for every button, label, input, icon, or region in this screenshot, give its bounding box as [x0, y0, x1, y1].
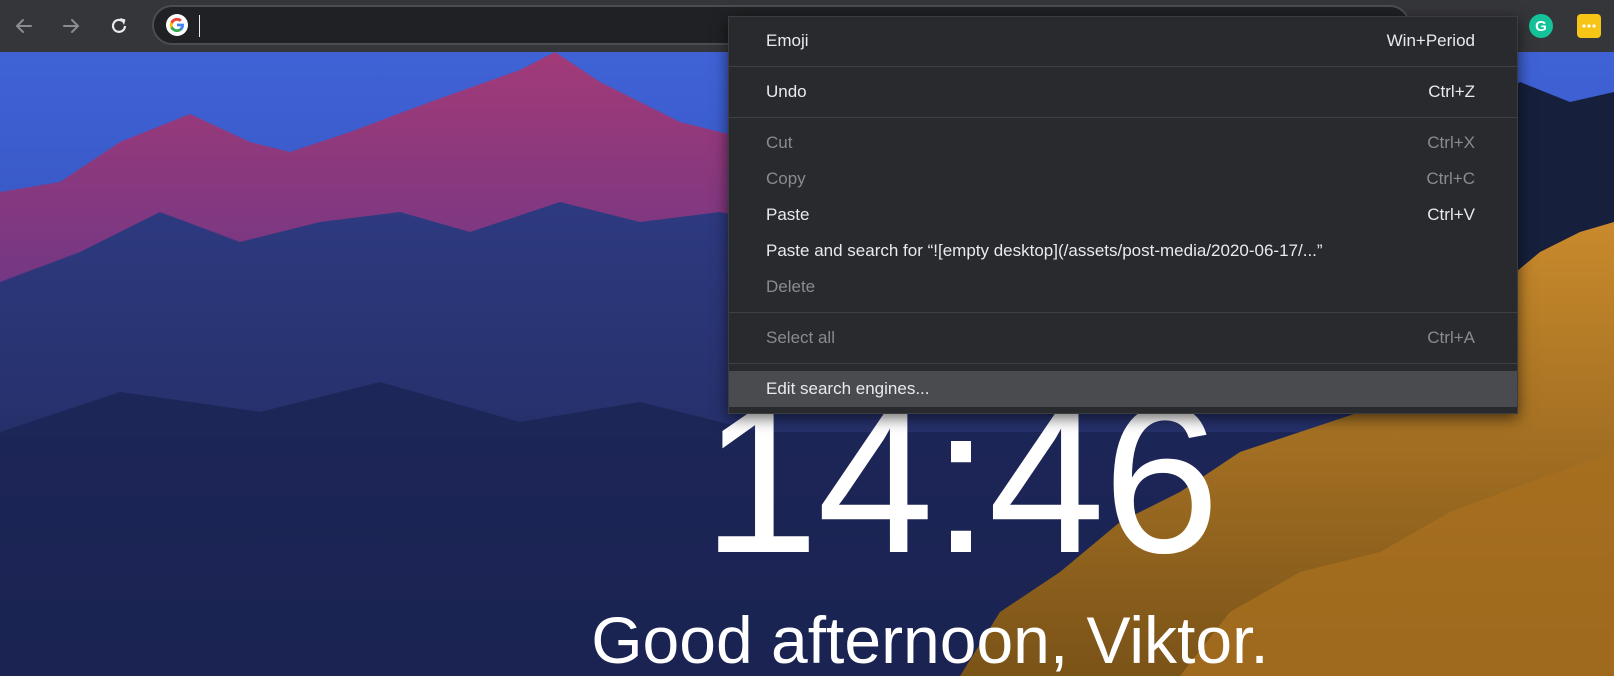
back-button[interactable]: [9, 11, 39, 41]
browser-window: G 14:46 Good afternoon, Viktor. Emoji Wi…: [0, 0, 1614, 676]
menu-item-label: Paste and search for “![empty desktop](/…: [766, 241, 1323, 260]
grammarly-icon[interactable]: G: [1529, 14, 1553, 38]
text-caret: [199, 15, 200, 37]
menu-item-edit-search-engines[interactable]: Edit search engines...: [729, 371, 1517, 407]
menu-item-label: Cut: [766, 133, 793, 152]
menu-item-label: Delete: [766, 277, 816, 296]
grammarly-letter: G: [1535, 17, 1547, 35]
menu-item-delete[interactable]: Delete: [729, 269, 1517, 305]
menu-item-shortcut: Ctrl+A: [1427, 328, 1475, 347]
address-input[interactable]: [204, 11, 808, 41]
more-dots-icon[interactable]: [1577, 14, 1601, 38]
menu-item-label: Undo: [766, 82, 807, 101]
menu-item-label: Edit search engines...: [766, 379, 930, 398]
back-arrow-icon: [15, 19, 32, 33]
menu-item-undo[interactable]: Undo Ctrl+Z: [729, 74, 1517, 110]
menu-item-select-all[interactable]: Select all Ctrl+A: [729, 320, 1517, 356]
menu-item-shortcut: Ctrl+X: [1427, 133, 1475, 152]
menu-item-label: Paste: [766, 205, 810, 224]
menu-item-label: Emoji: [766, 31, 809, 50]
menu-separator: [729, 312, 1517, 313]
google-logo-icon: [166, 14, 188, 36]
menu-item-copy[interactable]: Copy Ctrl+C: [729, 161, 1517, 197]
dots-glyph: [1582, 24, 1596, 28]
menu-item-paste-and-search[interactable]: Paste and search for “![empty desktop](/…: [729, 233, 1517, 269]
menu-item-shortcut: Ctrl+Z: [1428, 82, 1475, 101]
reload-icon: [111, 18, 127, 33]
menu-item-shortcut: Ctrl+V: [1427, 205, 1475, 224]
context-menu: Emoji Win+Period Undo Ctrl+Z Cut Ctrl+X …: [728, 16, 1518, 414]
menu-item-label: Copy: [766, 169, 806, 188]
menu-separator: [729, 66, 1517, 67]
greeting-text: Good afternoon, Viktor.: [591, 603, 1269, 676]
menu-item-shortcut: Ctrl+C: [1426, 169, 1475, 188]
menu-separator: [729, 117, 1517, 118]
menu-item-cut[interactable]: Cut Ctrl+X: [729, 125, 1517, 161]
reload-button[interactable]: [104, 11, 134, 41]
menu-separator: [729, 363, 1517, 364]
forward-arrow-icon: [63, 19, 80, 33]
menu-item-shortcut: Win+Period: [1386, 31, 1475, 50]
menu-item-label: Select all: [766, 328, 835, 347]
forward-button[interactable]: [56, 11, 86, 41]
menu-item-emoji[interactable]: Emoji Win+Period: [729, 23, 1517, 59]
menu-item-paste[interactable]: Paste Ctrl+V: [729, 197, 1517, 233]
